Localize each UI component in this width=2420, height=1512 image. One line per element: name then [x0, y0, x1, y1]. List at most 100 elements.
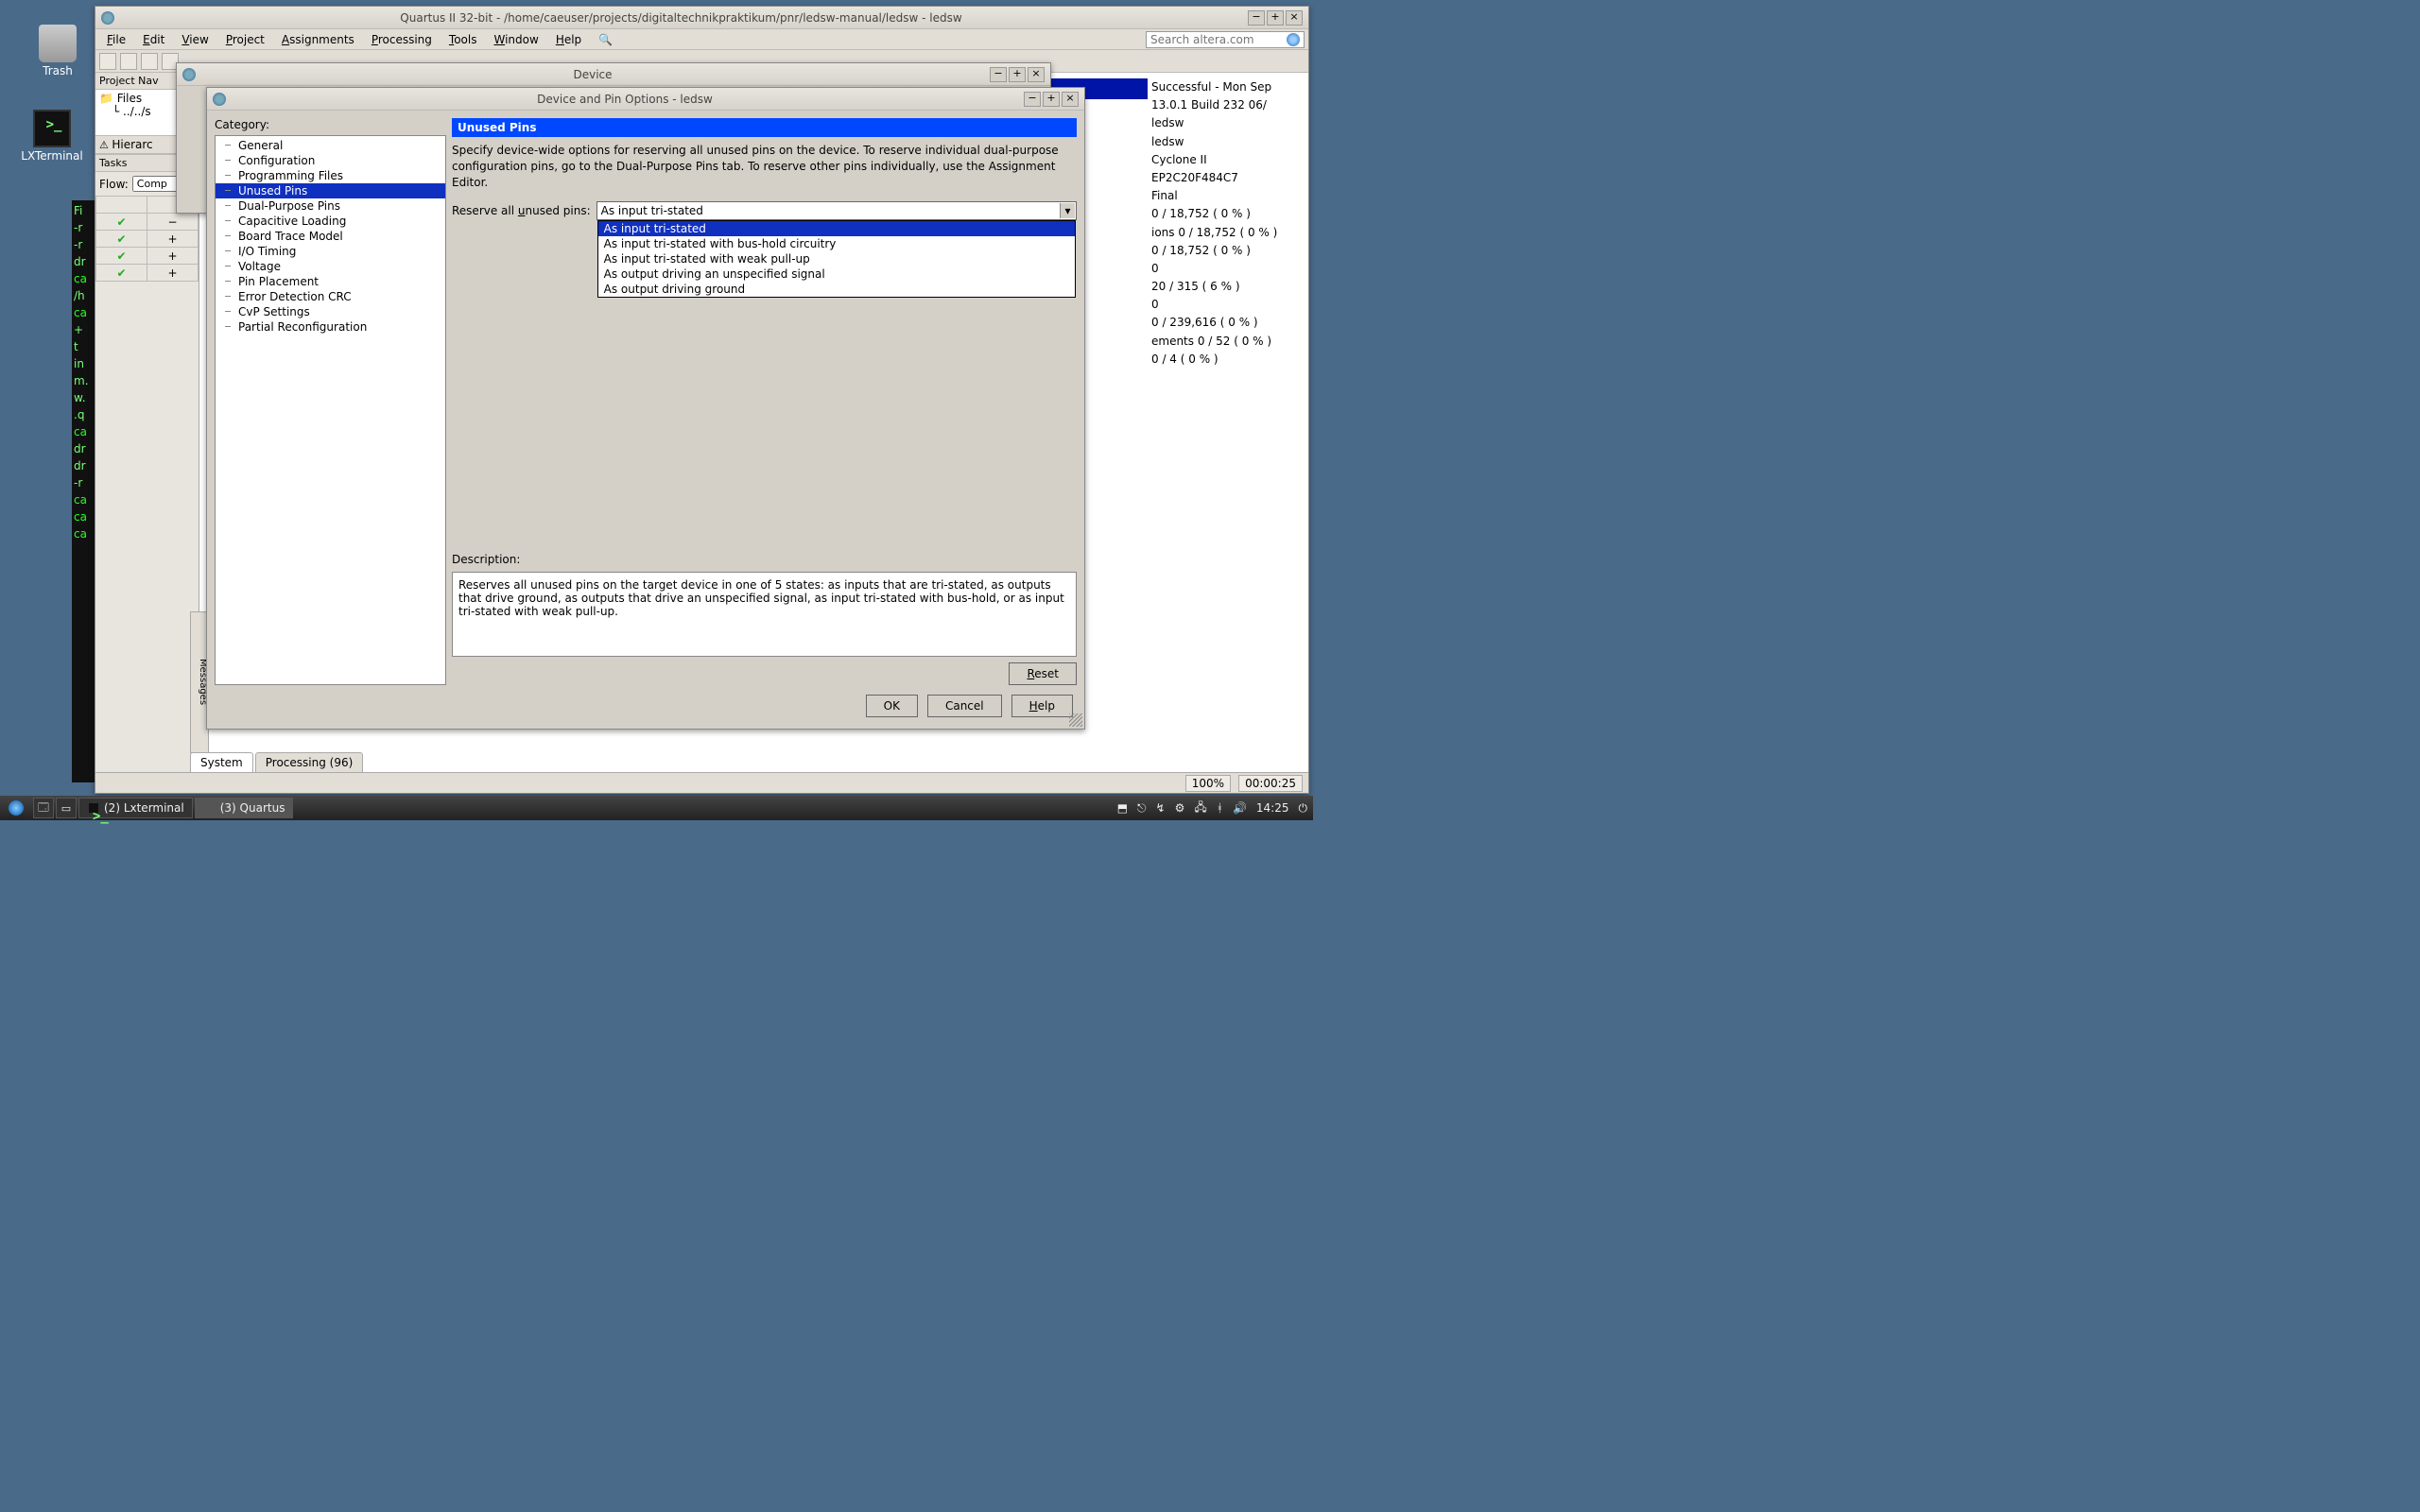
summary-row: 0 [1151, 296, 1303, 314]
option-1[interactable]: As input tri-stated with bus-hold circui… [598, 236, 1075, 251]
chevron-down-icon[interactable]: ▾ [1060, 203, 1075, 218]
device-title: Device [201, 68, 984, 81]
device-icon [182, 68, 196, 81]
reserve-pins-label: Reserve all unused pins: [452, 204, 591, 217]
cancel-button[interactable]: Cancel [927, 695, 1002, 717]
status-percent: 100% [1185, 775, 1231, 792]
reserve-pins-combo[interactable]: As input tri-stated ▾ As input tri-state… [596, 201, 1077, 220]
category-cvp-settings[interactable]: CvP Settings [216, 304, 445, 319]
summary-row: ledsw [1151, 114, 1303, 132]
background-terminal: Fi-r-rdr ca/hca+ t inm.w..qca drdr-r cac… [72, 200, 95, 782]
summary-row: 0 / 18,752 ( 0 % ) [1151, 242, 1303, 260]
menu-edit[interactable]: Edit [135, 31, 172, 48]
category-list[interactable]: GeneralConfigurationProgramming FilesUnu… [215, 135, 446, 685]
help-button[interactable]: Help [1011, 695, 1073, 717]
trash-label: Trash [25, 64, 91, 77]
tray-icon[interactable]: ⎋ [1137, 801, 1147, 816]
category-pin-placement[interactable]: Pin Placement [216, 274, 445, 289]
menu-file[interactable]: File [99, 31, 133, 48]
taskbar-item-lxterminal[interactable]: (2) Lxterminal [78, 798, 193, 818]
start-menu[interactable] [1, 798, 31, 818]
menu-processing[interactable]: Processing [364, 31, 440, 48]
category-error-detection-crc[interactable]: Error Detection CRC [216, 289, 445, 304]
menu-window[interactable]: Window [486, 31, 545, 48]
close-button[interactable]: × [1286, 10, 1303, 26]
dpo-maximize-button[interactable]: + [1043, 92, 1060, 107]
summary-row: 13.0.1 Build 232 06/ [1151, 96, 1303, 114]
taskbar-item-quartus[interactable]: (3) Quartus [195, 798, 294, 818]
volume-icon[interactable]: 🔊 [1233, 801, 1247, 815]
summary-row: ions 0 / 18,752 ( 0 % ) [1151, 224, 1303, 242]
quartus-app-icon [101, 11, 114, 25]
new-file-icon[interactable] [99, 53, 116, 70]
file-manager-launcher[interactable]: 🗔 [33, 798, 54, 818]
dpo-minimize-button[interactable]: − [1024, 92, 1041, 107]
menu-view[interactable]: View [174, 31, 216, 48]
category-general[interactable]: General [216, 138, 445, 153]
summary-row: 0 [1151, 260, 1303, 278]
search-box[interactable] [1146, 31, 1305, 48]
category-partial-reconfiguration[interactable]: Partial Reconfiguration [216, 319, 445, 335]
save-icon[interactable] [141, 53, 158, 70]
shutdown-icon[interactable]: ⏻ [1299, 801, 1308, 816]
option-0[interactable]: As input tri-stated [598, 221, 1075, 236]
search-input[interactable] [1150, 33, 1283, 46]
system-tray: ⬒ ⎋ ↯ ⚙ 🖧 ᚼ 🔊 14:25 ⏻ [1112, 799, 1313, 818]
flow-label: Flow: [99, 178, 129, 191]
resize-grip[interactable] [1069, 713, 1082, 727]
search-icon[interactable]: 🔍 [598, 33, 613, 46]
menu-project[interactable]: Project [218, 31, 272, 48]
summary-row: 0 / 18,752 ( 0 % ) [1151, 205, 1303, 223]
description-box: Reserves all unused pins on the target d… [452, 572, 1077, 657]
device-pin-options-dialog: Device and Pin Options - ledsw − + × Cat… [206, 87, 1085, 730]
status-time: 00:00:25 [1238, 775, 1303, 792]
terminal-icon [87, 801, 100, 815]
menu-assignments[interactable]: Assignments [274, 31, 362, 48]
category-dual-purpose-pins[interactable]: Dual-Purpose Pins [216, 198, 445, 214]
category-board-trace-model[interactable]: Board Trace Model [216, 229, 445, 244]
tray-icon[interactable]: ⬒ [1117, 801, 1128, 815]
reset-button[interactable]: Reset [1009, 662, 1077, 685]
clock[interactable]: 14:25 [1256, 801, 1289, 815]
tray-icon[interactable]: ↯ [1156, 801, 1166, 815]
menu-help[interactable]: Help [548, 31, 589, 48]
tray-icon[interactable]: ⚙ [1175, 801, 1185, 815]
lxterminal-icon[interactable]: LXTerminal [19, 110, 85, 163]
quartus-titlebar[interactable]: Quartus II 32-bit - /home/caeuser/projec… [95, 7, 1308, 29]
maximize-button[interactable]: + [1267, 10, 1284, 26]
category-voltage[interactable]: Voltage [216, 259, 445, 274]
summary-row: ements 0 / 52 ( 0 % ) [1151, 333, 1303, 351]
reserve-pins-value: As input tri-stated [601, 204, 703, 217]
device-close-button[interactable]: × [1028, 67, 1045, 82]
option-2[interactable]: As input tri-stated with weak pull-up [598, 251, 1075, 266]
statusbar: 100% 00:00:25 [95, 772, 1308, 793]
reserve-pins-dropdown[interactable]: As input tri-statedAs input tri-stated w… [597, 220, 1076, 298]
category-programming-files[interactable]: Programming Files [216, 168, 445, 183]
dpo-close-button[interactable]: × [1062, 92, 1079, 107]
minimize-button[interactable]: − [1248, 10, 1265, 26]
flow-summary: Successful - Mon Sep13.0.1 Build 232 06/… [1151, 78, 1303, 734]
network-icon[interactable]: 🖧 [1194, 799, 1206, 818]
category-capacitive-loading[interactable]: Capacitive Loading [216, 214, 445, 229]
quartus-icon [203, 801, 216, 815]
tab-processing[interactable]: Processing (96) [255, 752, 364, 772]
category-label: Category: [215, 118, 446, 131]
device-maximize-button[interactable]: + [1009, 67, 1026, 82]
show-desktop[interactable]: ▭ [56, 798, 77, 818]
trash-icon[interactable]: Trash [25, 25, 91, 77]
files-child[interactable]: ../../s [123, 105, 151, 118]
category-unused-pins[interactable]: Unused Pins [216, 183, 445, 198]
category-configuration[interactable]: Configuration [216, 153, 445, 168]
summary-row: 0 / 4 ( 0 % ) [1151, 351, 1303, 369]
summary-row: ledsw [1151, 133, 1303, 151]
menu-tools[interactable]: Tools [441, 31, 485, 48]
device-minimize-button[interactable]: − [990, 67, 1007, 82]
category-i-o-timing[interactable]: I/O Timing [216, 244, 445, 259]
tab-system[interactable]: System [190, 752, 253, 772]
open-file-icon[interactable] [120, 53, 137, 70]
option-3[interactable]: As output driving an unspecified signal [598, 266, 1075, 282]
summary-row: Successful - Mon Sep [1151, 78, 1303, 96]
bluetooth-icon[interactable]: ᚼ [1217, 801, 1223, 815]
ok-button[interactable]: OK [866, 695, 918, 717]
option-4[interactable]: As output driving ground [598, 282, 1075, 297]
